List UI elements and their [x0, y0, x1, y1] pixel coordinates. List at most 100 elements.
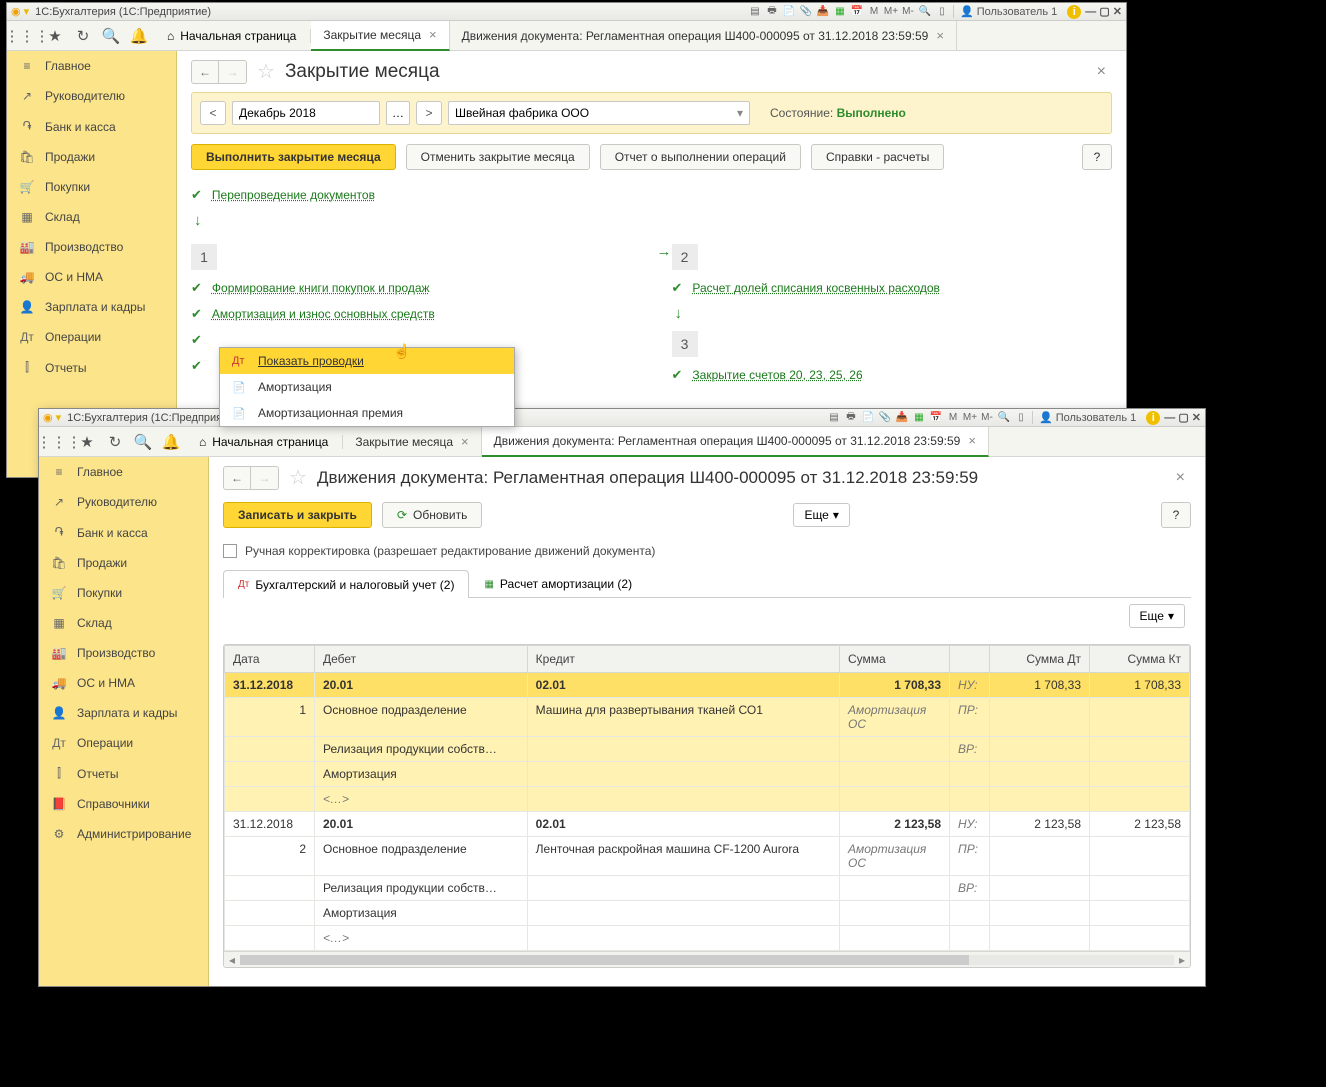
icon[interactable]: 📥 — [816, 5, 830, 19]
apps-icon[interactable]: ⋮⋮⋮ — [13, 22, 41, 50]
table-row[interactable]: <…> — [225, 926, 1190, 951]
sidebar-item[interactable]: ▦Склад — [39, 608, 208, 638]
sidebar-item[interactable]: ДтОперации — [39, 728, 208, 758]
col-debit[interactable]: Дебет — [315, 646, 528, 673]
icon[interactable]: ▤ — [827, 411, 841, 425]
star-icon[interactable]: ★ — [41, 22, 69, 50]
references-button[interactable]: Справки - расчеты — [811, 144, 944, 170]
sidebar-item[interactable]: ДтОперации — [7, 322, 176, 352]
cancel-close-month-button[interactable]: Отменить закрытие месяца — [406, 144, 590, 170]
icon[interactable]: ▤ — [748, 5, 762, 19]
sidebar-item[interactable]: ⫿Отчеты — [7, 352, 176, 383]
forward-button[interactable]: → — [251, 466, 279, 490]
table-row[interactable]: 2Основное подразделениеЛенточная раскрой… — [225, 837, 1190, 876]
table-row[interactable]: 1Основное подразделениеМашина для развер… — [225, 698, 1190, 737]
col-sum[interactable]: Сумма — [840, 646, 950, 673]
scroll-right-icon[interactable]: ▸ — [1174, 953, 1190, 967]
cm-amort-prem[interactable]: 📄Амортизационная премия — [220, 400, 514, 426]
tab-close-icon[interactable]: × — [429, 27, 437, 42]
tab-close-month[interactable]: Закрытие месяца × — [343, 427, 481, 457]
sidebar-item[interactable]: ↗Руководителю — [39, 487, 208, 517]
close-icon[interactable]: ✕ — [1113, 6, 1122, 18]
minimize-icon[interactable]: — — [1164, 412, 1175, 424]
table-row[interactable]: 31.12.201820.0102.011 708,33НУ:1 708,331… — [225, 673, 1190, 698]
cm-show-entries[interactable]: ДтПоказать проводки — [220, 348, 514, 374]
save-close-button[interactable]: Записать и закрыть — [223, 502, 372, 528]
sidebar-item[interactable]: ⚙Администрирование — [39, 819, 208, 849]
user-label[interactable]: 👤 Пользователь 1 — [1032, 411, 1142, 424]
info-icon[interactable]: i — [1146, 411, 1160, 425]
dropdown-icon[interactable]: ▾ — [56, 411, 62, 424]
icon[interactable]: 🖶 — [765, 5, 779, 19]
bell-icon[interactable]: 🔔 — [157, 428, 185, 456]
more-button[interactable]: Еще ▾ — [793, 503, 849, 527]
back-button[interactable]: ← — [191, 60, 219, 84]
table-row[interactable]: Релизация продукции собств…ВР: — [225, 876, 1190, 901]
sidebar-item[interactable]: 👤Зарплата и кадры — [7, 292, 176, 322]
close-page-icon[interactable]: × — [1170, 469, 1191, 487]
icon[interactable]: 📎 — [799, 5, 813, 19]
bell-icon[interactable]: 🔔 — [125, 22, 153, 50]
history-icon[interactable]: ↻ — [69, 22, 97, 50]
sidebar-item[interactable]: 🏭Производство — [7, 232, 176, 262]
icon[interactable]: 📎 — [878, 411, 892, 425]
maximize-icon[interactable]: ▢ — [1178, 412, 1188, 424]
icon[interactable]: 🖶 — [844, 411, 858, 425]
icon[interactable]: M+ — [963, 411, 977, 425]
apps-icon[interactable]: ⋮⋮⋮ — [45, 428, 73, 456]
op-share-link[interactable]: Расчет долей списания косвенных расходов — [692, 281, 940, 295]
table-more-button[interactable]: Еще ▾ — [1129, 604, 1185, 628]
sidebar-item[interactable]: 🛍Продажи — [39, 548, 208, 578]
icon[interactable]: M+ — [884, 5, 898, 19]
op-close-accounts-link[interactable]: Закрытие счетов 20, 23, 25, 26 — [692, 368, 862, 382]
tab-doc-movements[interactable]: Движения документа: Регламентная операци… — [450, 21, 957, 51]
period-input[interactable]: Декабрь 2018 — [232, 101, 380, 125]
sidebar-item[interactable]: 🛍Продажи — [7, 142, 176, 172]
manual-edit-checkbox[interactable] — [223, 544, 237, 558]
period-prev-button[interactable]: < — [200, 101, 226, 125]
dropdown-icon[interactable]: ▾ — [24, 5, 30, 18]
icon[interactable]: 📄 — [782, 5, 796, 19]
table-row[interactable]: Релизация продукции собств…ВР: — [225, 737, 1190, 762]
tab-close-icon[interactable]: × — [461, 434, 469, 449]
icon[interactable]: 📅 — [850, 5, 864, 19]
sidebar-item[interactable]: 🚚ОС и НМА — [39, 668, 208, 698]
sidebar-item[interactable]: ↗Руководителю — [7, 81, 176, 111]
icon[interactable]: ▦ — [912, 411, 926, 425]
tab-close-month[interactable]: Закрытие месяца × — [311, 21, 449, 51]
sidebar-item[interactable]: ⫿Отчеты — [39, 758, 208, 789]
sidebar-item[interactable]: 🚚ОС и НМА — [7, 262, 176, 292]
sidebar-item[interactable]: ▦Склад — [7, 202, 176, 232]
scroll-left-icon[interactable]: ◂ — [224, 953, 240, 967]
sidebar-item[interactable]: ≡Главное — [39, 457, 208, 487]
sidebar-item[interactable]: 🛒Покупки — [7, 172, 176, 202]
table-row[interactable]: Амортизация — [225, 901, 1190, 926]
search-icon[interactable]: 🔍 — [129, 428, 157, 456]
table-row[interactable]: 31.12.201820.0102.012 123,58НУ:2 123,582… — [225, 812, 1190, 837]
icon[interactable]: 📥 — [895, 411, 909, 425]
icon[interactable]: M — [946, 411, 960, 425]
favorite-icon[interactable]: ☆ — [257, 59, 275, 84]
tab-close-icon[interactable]: × — [936, 28, 944, 43]
op-repost-link[interactable]: Перепроведение документов — [212, 188, 375, 202]
info-icon[interactable]: i — [1067, 5, 1081, 19]
tab-accounting[interactable]: ДтБухгалтерский и налоговый учет (2) — [223, 570, 469, 598]
forward-button[interactable]: → — [219, 60, 247, 84]
sidebar-item[interactable]: 🛒Покупки — [39, 578, 208, 608]
col-sum-dt[interactable]: Сумма Дт — [990, 646, 1090, 673]
icon[interactable]: M- — [980, 411, 994, 425]
scroll-thumb[interactable] — [240, 955, 969, 965]
op-amort-link[interactable]: Амортизация и износ основных средств — [212, 307, 435, 321]
sidebar-item[interactable]: 🏭Производство — [39, 638, 208, 668]
icon[interactable]: 🔍 — [997, 411, 1011, 425]
period-next-button[interactable]: > — [416, 101, 442, 125]
maximize-icon[interactable]: ▢ — [1099, 6, 1109, 18]
icon[interactable]: 📄 — [861, 411, 875, 425]
icon[interactable]: 📅 — [929, 411, 943, 425]
refresh-button[interactable]: ⟳Обновить — [382, 502, 482, 528]
col-date[interactable]: Дата — [225, 646, 315, 673]
icon[interactable]: ▦ — [833, 5, 847, 19]
help-button[interactable]: ? — [1161, 502, 1191, 528]
ops-report-button[interactable]: Отчет о выполнении операций — [600, 144, 801, 170]
run-close-month-button[interactable]: Выполнить закрытие месяца — [191, 144, 396, 170]
